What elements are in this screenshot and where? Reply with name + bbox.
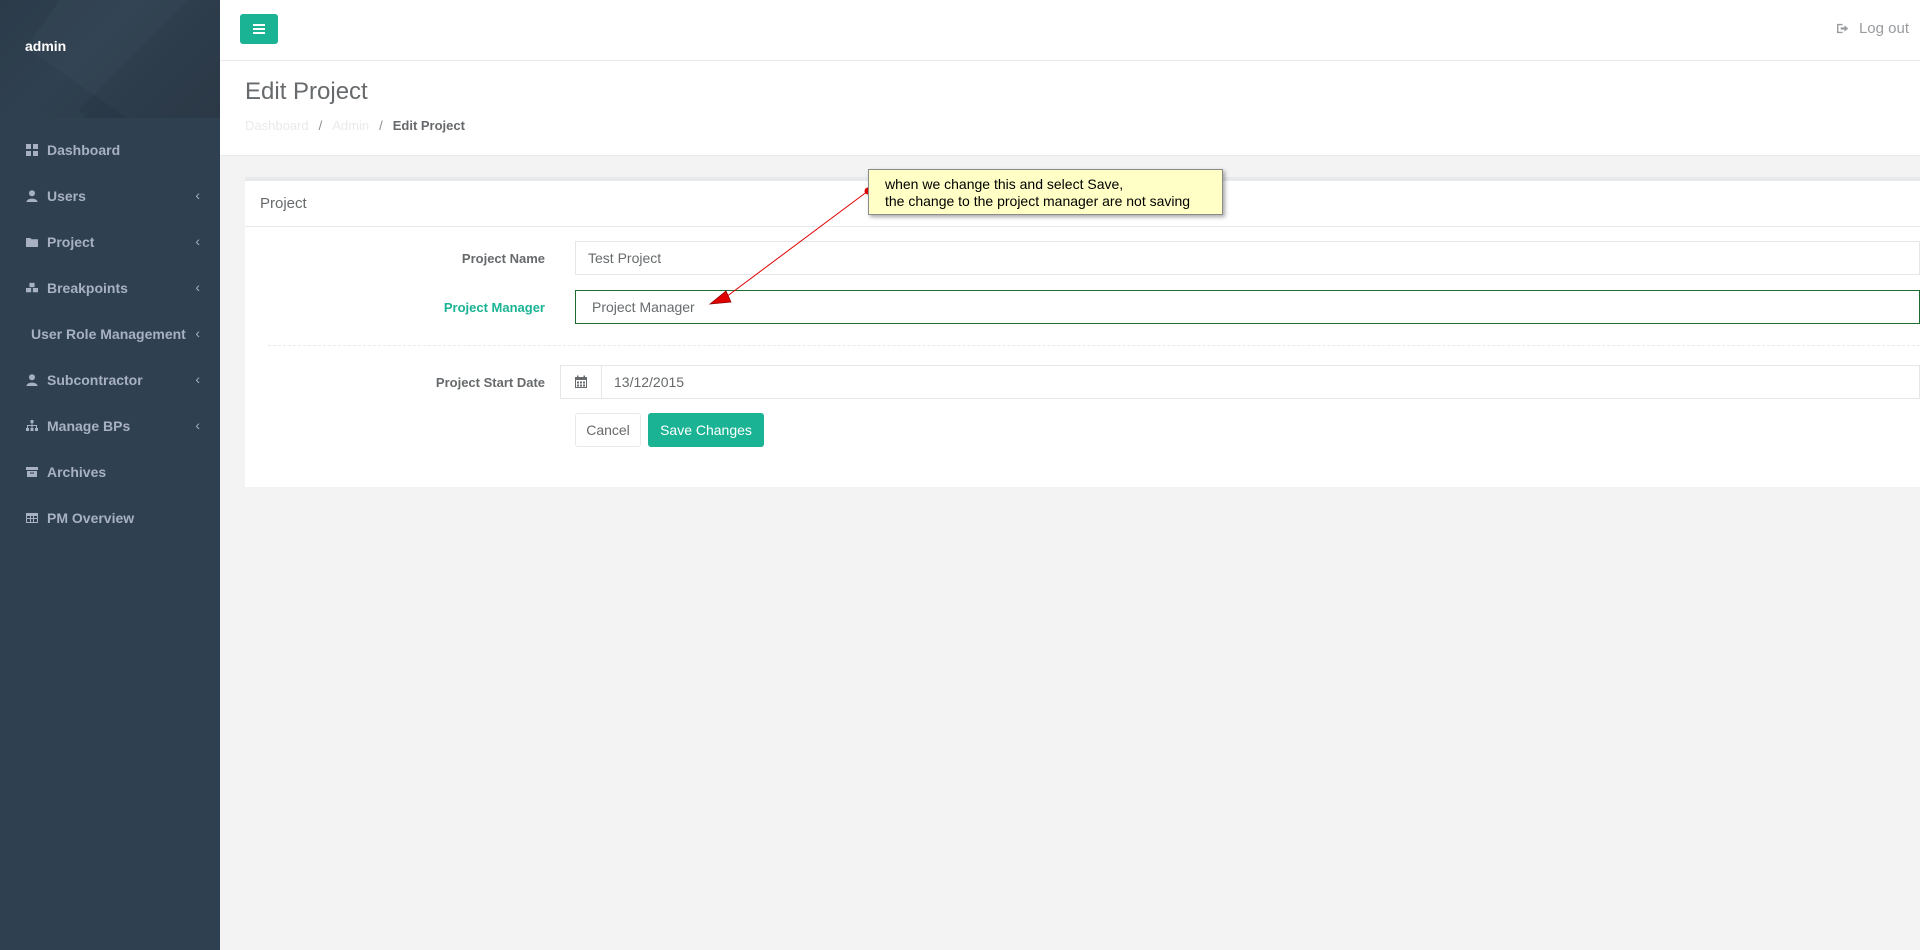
sitemap-icon (25, 419, 39, 433)
user-icon (25, 189, 39, 203)
chevron-left-icon: ‹ (195, 279, 200, 295)
annotation-note: when we change this and select Save, the… (868, 169, 1223, 215)
sidebar-item-label: Archives (47, 464, 107, 480)
user-icon (25, 373, 39, 387)
top-navbar: Log out (220, 0, 1920, 61)
chevron-left-icon: ‹ (195, 233, 200, 249)
sidebar-item-project[interactable]: Project ‹ (0, 219, 220, 265)
breadcrumb-edit-project: Edit Project (392, 118, 465, 133)
sidebar-header: admin (0, 0, 220, 118)
breadcrumb-separator: / (379, 118, 383, 133)
sidebar-item-dashboard[interactable]: Dashboard (0, 127, 220, 173)
sidebar-item-archives[interactable]: Archives (0, 449, 220, 495)
chevron-left-icon: ‹ (195, 417, 200, 433)
sidebar-item-manage-bps[interactable]: Manage BPs ‹ (0, 403, 220, 449)
calendar-addon[interactable] (560, 365, 602, 399)
cubes-icon (25, 281, 39, 295)
sidebar-item-breakpoints[interactable]: Breakpoints ‹ (0, 265, 220, 311)
page-heading: Edit Project Dashboard / Admin / Edit Pr… (220, 61, 1920, 156)
sidebar-item-subcontractor[interactable]: Subcontractor ‹ (0, 357, 220, 403)
logout-label: Log out (1858, 20, 1909, 37)
sidebar-item-pm-overview[interactable]: PM Overview (0, 495, 220, 541)
chevron-left-icon: ‹ (195, 371, 200, 387)
sidebar-item-user-role-management[interactable]: User Role Management ‹ (0, 311, 220, 357)
dashboard-icon (25, 143, 39, 157)
annotation-line-1: when we change this and select Save, (885, 176, 1124, 192)
breadcrumb-separator: / (318, 118, 323, 133)
logout-link[interactable]: Log out (1836, 20, 1909, 37)
project-manager-label: Project Manager (443, 300, 545, 315)
sign-out-icon (1836, 23, 1849, 34)
save-changes-button[interactable]: Save Changes (648, 413, 764, 447)
calendar-icon (575, 375, 587, 388)
sidebar-item-label: Breakpoints (47, 280, 128, 296)
page-title: Edit Project (245, 78, 368, 105)
sidebar-item-label: Project (47, 234, 95, 250)
breadcrumb: Dashboard / Admin / Edit Project (245, 118, 465, 133)
breadcrumb-dashboard[interactable]: Dashboard (245, 118, 309, 133)
menu-toggle-button[interactable] (240, 14, 278, 44)
breadcrumb-admin[interactable]: Admin (332, 118, 369, 133)
project-name-label: Project Name (461, 251, 545, 266)
table-icon (25, 511, 39, 525)
sidebar-nav: Dashboard Users ‹ Project ‹ Breakpoints … (0, 118, 220, 541)
sidebar-item-label: Subcontractor (47, 372, 143, 388)
project-manager-select[interactable]: Project Manager (575, 290, 1920, 324)
project-panel: Project Project Name Test Project Projec… (245, 177, 1920, 487)
sidebar-item-label: Dashboard (47, 142, 121, 158)
sidebar-item-users[interactable]: Users ‹ (0, 173, 220, 219)
annotation-line-2: the change to the project manager are no… (885, 193, 1191, 209)
project-start-date-input[interactable]: 13/12/2015 (601, 365, 1920, 399)
cancel-button[interactable]: Cancel (575, 413, 641, 447)
form-divider (268, 345, 1920, 346)
hamburger-icon (253, 24, 265, 34)
chevron-left-icon: ‹ (195, 187, 200, 203)
project-name-input[interactable]: Test Project (575, 241, 1920, 275)
sidebar-username[interactable]: admin (25, 38, 66, 54)
sidebar: admin Dashboard Users ‹ Project ‹ Breakp… (0, 0, 220, 950)
archive-icon (25, 465, 39, 479)
sidebar-item-label: PM Overview (47, 510, 135, 526)
sidebar-item-label: User Role Management (31, 326, 186, 342)
sidebar-item-label: Users (47, 188, 86, 204)
chevron-left-icon: ‹ (195, 325, 200, 341)
sidebar-item-label: Manage BPs (47, 418, 131, 434)
folder-icon (25, 235, 39, 249)
project-start-date-label: Project Start Date (435, 375, 545, 390)
